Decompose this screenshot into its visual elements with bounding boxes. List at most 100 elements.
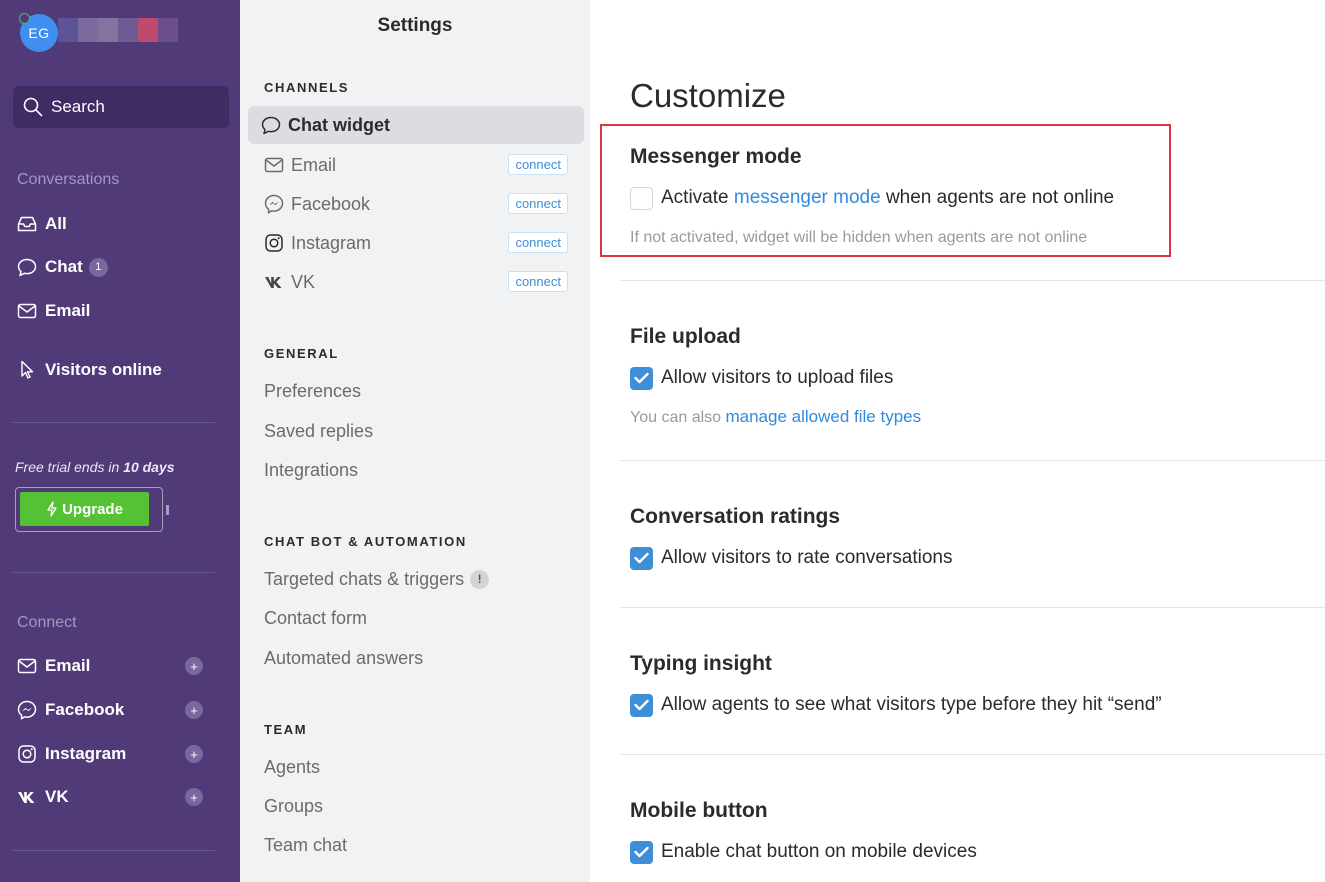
nav-item-automated-answers[interactable]: Automated answers: [264, 646, 568, 670]
settings-nav: Settings CHANNELS Chat widget Email conn…: [240, 0, 590, 882]
mail-icon: [17, 658, 37, 674]
nav-item-targeted-chats[interactable]: Targeted chats & triggers !: [264, 567, 568, 591]
settings-title: Settings: [377, 15, 453, 36]
nav-item-groups[interactable]: Groups: [264, 794, 568, 818]
upgrade-label: Upgrade: [62, 500, 123, 518]
customize-panel: Customize Messenger mode Activate messen…: [590, 0, 1325, 882]
search-icon: [23, 97, 43, 117]
add-icon[interactable]: +: [185, 701, 203, 719]
mobile-button-checkbox[interactable]: [630, 840, 653, 864]
section-divider: [620, 754, 1325, 755]
option-text-prefix: Activate: [661, 187, 734, 208]
checkmark-icon: [634, 552, 649, 564]
trial-notice: Free trial ends in 10 days: [15, 459, 175, 475]
nav-item-label: Facebook: [291, 193, 371, 214]
nav-item-preferences[interactable]: Preferences: [264, 379, 568, 403]
nav-item-vk[interactable]: VK connect: [264, 270, 568, 294]
main-sidebar: EG Search Conversations All Chat 1 Email…: [0, 0, 240, 882]
instagram-icon: [18, 745, 36, 763]
sidebar-item-email[interactable]: Email: [17, 299, 90, 323]
checkmark-icon: [634, 846, 649, 858]
messenger-mode-hint: If not activated, widget will be hidden …: [630, 229, 1088, 246]
chat-bubble-icon: [17, 258, 37, 276]
sidebar-item-label: Chat: [45, 257, 83, 276]
sidebar-divider: [13, 850, 215, 851]
warning-badge: !: [470, 569, 490, 589]
sidebar-item-label: All: [45, 214, 67, 233]
nav-item-agents[interactable]: Agents: [264, 755, 568, 779]
nav-item-facebook[interactable]: Facebook connect: [264, 192, 568, 216]
general-header: GENERAL: [264, 346, 339, 361]
connect-facebook-button[interactable]: connect: [508, 193, 568, 214]
nav-item-label: VK: [291, 271, 316, 292]
vk-icon: [265, 277, 282, 288]
cursor-pointer-icon: [21, 360, 34, 379]
typing-insight-option[interactable]: Allow agents to see what visitors type b…: [630, 693, 1162, 717]
sidebar-item-label: VK: [45, 787, 69, 806]
add-icon[interactable]: +: [185, 788, 203, 806]
ratings-checkbox[interactable]: [630, 546, 653, 570]
option-label: Allow agents to see what visitors type b…: [661, 694, 1162, 715]
sidebar-connect-email[interactable]: Email +: [17, 654, 222, 678]
file-upload-option[interactable]: Allow visitors to upload files: [630, 366, 893, 390]
chat-bubble-icon: [261, 116, 281, 134]
sidebar-item-label: Visitors online: [45, 360, 162, 379]
sidebar-connect-facebook[interactable]: Facebook +: [17, 698, 222, 722]
connect-section-label: Connect: [17, 614, 77, 631]
option-label: Allow visitors to rate conversations: [661, 547, 953, 568]
upgrade-frame: Upgrade: [15, 487, 163, 532]
connect-email-button[interactable]: connect: [508, 154, 568, 175]
mail-icon: [17, 303, 37, 319]
messenger-mode-link[interactable]: messenger mode: [734, 187, 881, 209]
avatar-initials: EG: [28, 25, 50, 41]
messenger-mode-checkbox[interactable]: [630, 186, 653, 210]
trial-text: Free trial ends in: [15, 459, 124, 475]
ratings-option[interactable]: Allow visitors to rate conversations: [630, 546, 952, 570]
sidebar-item-chat[interactable]: Chat 1: [17, 255, 108, 279]
file-upload-checkbox[interactable]: [630, 366, 653, 390]
nav-item-integrations[interactable]: Integrations: [264, 458, 568, 482]
inbox-icon: [17, 216, 37, 232]
messenger-mode-option[interactable]: Activate messenger mode when agents are …: [630, 186, 1114, 210]
connect-instagram-button[interactable]: connect: [508, 232, 568, 253]
mail-icon: [264, 157, 284, 173]
sidebar-divider: [13, 422, 215, 423]
unread-count-badge: 1: [88, 257, 108, 277]
sidebar-connect-vk[interactable]: VK +: [17, 785, 222, 809]
nav-item-label: Targeted chats & triggers: [264, 568, 465, 589]
blurred-user-name: [58, 18, 178, 42]
sidebar-item-all[interactable]: All: [17, 212, 67, 236]
nav-item-contact-form[interactable]: Contact form: [264, 606, 568, 630]
file-upload-heading: File upload: [630, 325, 741, 348]
nav-item-email[interactable]: Email connect: [264, 153, 568, 177]
online-status-indicator: [19, 13, 30, 24]
checkmark-icon: [634, 372, 649, 384]
option-label: Allow visitors to upload files: [661, 367, 894, 388]
option-label: Enable chat button on mobile devices: [661, 841, 977, 862]
nav-item-team-chat[interactable]: Team chat: [264, 833, 568, 857]
typing-insight-checkbox[interactable]: [630, 693, 653, 717]
search-button[interactable]: Search: [13, 86, 229, 128]
channels-header: CHANNELS: [264, 80, 350, 95]
add-icon[interactable]: +: [185, 657, 203, 675]
hint-prefix: You can also: [630, 409, 726, 426]
upgrade-button[interactable]: Upgrade: [20, 492, 149, 526]
sidebar-connect-instagram[interactable]: Instagram +: [17, 742, 222, 766]
sidebar-divider: [13, 572, 215, 573]
nav-item-instagram[interactable]: Instagram connect: [264, 231, 568, 255]
page-title: Customize: [630, 77, 786, 114]
search-label: Search: [51, 97, 105, 116]
typing-insight-heading: Typing insight: [630, 652, 772, 675]
nav-item-label: Email: [291, 154, 337, 175]
nav-item-chat-widget[interactable]: Chat widget: [248, 106, 584, 144]
sidebar-item-visitors-online[interactable]: Visitors online: [17, 358, 162, 382]
connect-vk-button[interactable]: connect: [508, 271, 568, 292]
team-header: TEAM: [264, 722, 308, 737]
instagram-icon: [265, 234, 283, 252]
section-divider: [620, 460, 1325, 461]
section-divider: [620, 607, 1325, 608]
mobile-button-option[interactable]: Enable chat button on mobile devices: [630, 840, 977, 864]
nav-item-saved-replies[interactable]: Saved replies: [264, 419, 568, 443]
add-icon[interactable]: +: [185, 745, 203, 763]
manage-file-types-link[interactable]: manage allowed file types: [725, 407, 921, 426]
